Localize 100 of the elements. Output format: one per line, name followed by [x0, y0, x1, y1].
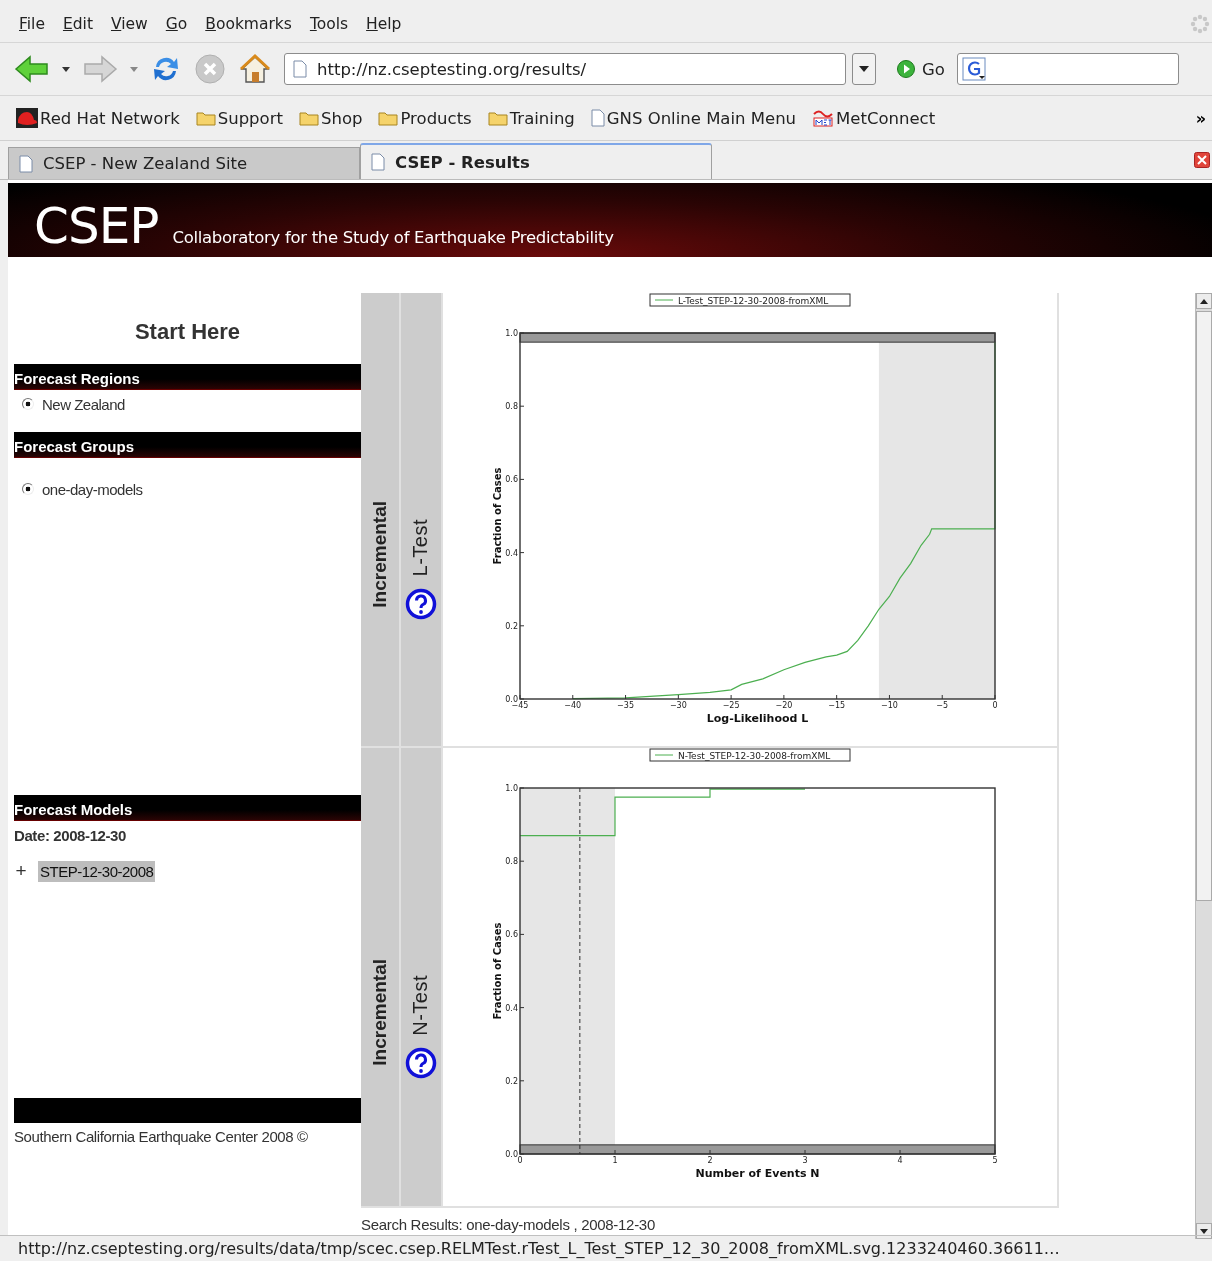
menu-item[interactable]: Bookmarks [196, 15, 301, 33]
chart-legend: N-Test_STEP-12-30-2008-fromXML [649, 748, 851, 762]
tab-title: CSEP - New Zealand Site [43, 154, 248, 173]
tick-label: −25 [722, 701, 740, 710]
legend-label: N-Test_STEP-12-30-2008-fromXML [678, 750, 831, 761]
menu-item[interactable]: View [102, 15, 157, 33]
tick-label: 0.4 [505, 1003, 518, 1013]
search-field[interactable] [956, 53, 1179, 85]
tick-label: 3 [802, 1156, 808, 1165]
tick-label: 1 [612, 1156, 618, 1165]
tick-label: 0.8 [505, 857, 518, 867]
tick-label: −20 [775, 701, 793, 710]
site-logo[interactable]: CSEP [34, 201, 159, 251]
tick-label: 0.0 [505, 695, 518, 704]
status-text: http://nz.cseptesting.org/results/data/tmp/scec.csep.RELMTest.rTest_L_Test_STEP_12_30_2008_fromXML.svg.1233240460.36611… [18, 1239, 1060, 1258]
tick-label: 4 [897, 1156, 903, 1165]
expand-toggle[interactable]: + [14, 860, 28, 882]
site-subtitle: Collaboratory for the Study of Earthquake Predictability [172, 228, 614, 249]
radio-button[interactable] [22, 398, 34, 410]
folder-icon [378, 110, 399, 126]
help-icon[interactable] [404, 588, 437, 621]
tick-label: 0.6 [505, 930, 518, 940]
radio-label[interactable]: one-day-models [42, 480, 143, 498]
copyright-text: Southern California Earthquake Center 2008 © [14, 1128, 309, 1145]
tick-label: 5 [992, 1156, 998, 1165]
menu-item[interactable]: File [10, 15, 54, 33]
tick-label: −45 [511, 701, 529, 710]
section-header: Forecast Regions [14, 364, 361, 390]
tick-label: 0.0 [505, 1150, 518, 1159]
page-icon [19, 154, 33, 173]
tick-label: −30 [669, 701, 687, 710]
menu-item[interactable]: Tools [300, 15, 358, 33]
hat-icon [16, 108, 38, 128]
overflow-chevron[interactable]: » [1195, 108, 1206, 128]
throbber-icon [1190, 14, 1210, 34]
browser-tab[interactable]: CSEP - New Zealand Site [8, 147, 360, 179]
tick-label: −10 [881, 701, 898, 710]
bookmark-link[interactable]: Red Hat Network [16, 108, 180, 128]
menu-item[interactable]: Help [357, 15, 411, 33]
back-arrow-icon[interactable] [14, 54, 50, 84]
tick-label: 2 [707, 1156, 713, 1165]
axis-title: Log-Likelihood L [706, 712, 809, 725]
menu-item[interactable]: Edit [53, 15, 102, 33]
page-icon [293, 60, 307, 78]
tick-label: 0 [992, 701, 998, 710]
sidebar-title: Start Here [133, 319, 242, 346]
folder-icon [195, 110, 216, 126]
browser-tab[interactable]: CSEP - Results [360, 143, 712, 179]
bookmark-link[interactable]: Products [378, 108, 472, 128]
down-arrow-icon[interactable] [1200, 1228, 1208, 1234]
play-icon [896, 59, 916, 79]
folder-icon [298, 110, 319, 126]
scrollbar[interactable] [1195, 293, 1212, 1239]
tree-item[interactable]: STEP-12-30-2008 [38, 860, 156, 882]
address-field[interactable]: http://nz.cseptesting.org/results/ [284, 53, 846, 85]
tick-label: 0.4 [505, 548, 518, 558]
axis-title: Fraction of Cases [492, 922, 503, 1020]
page-icon [371, 153, 385, 171]
weather-icon [812, 108, 835, 128]
caret-icon[interactable] [62, 66, 70, 72]
close-tab-button[interactable] [1194, 152, 1210, 168]
tick-label: 0 [517, 1156, 523, 1165]
test-label: L-Test [409, 518, 433, 577]
menu-item[interactable]: Go [156, 15, 197, 33]
caret-icon [859, 66, 869, 72]
tick-label: −40 [564, 701, 582, 710]
tick-label: −35 [617, 701, 634, 710]
chart-legend: L-Test_STEP-12-30-2008-fromXML [649, 293, 851, 307]
bookmark-link[interactable]: Shop [298, 108, 363, 128]
group-label: Incremental [368, 501, 391, 608]
radio-label[interactable]: New Zealand [42, 395, 125, 413]
page-icon [590, 109, 605, 127]
tick-label: 0.2 [505, 621, 518, 631]
axis-title: Number of Events N [695, 1167, 820, 1180]
group-label: Incremental [368, 958, 391, 1066]
tick-label: 0.6 [505, 475, 518, 485]
tick-label: 0.8 [505, 402, 518, 412]
up-arrow-icon[interactable] [1200, 298, 1208, 304]
axis-title: Fraction of Cases [492, 467, 503, 565]
bookmark-link[interactable]: Support [195, 108, 283, 128]
bookmark-link[interactable]: GNS Online Main Menu [590, 108, 797, 128]
bookmark-link[interactable]: MetConnect [812, 108, 936, 128]
home-icon[interactable] [238, 53, 272, 85]
bookmark-link[interactable]: Training [487, 108, 575, 128]
tick-label: −5 [936, 701, 949, 710]
test-label: N-Test [409, 974, 433, 1036]
date-label: Date: 2008-12-30 [14, 827, 127, 844]
legend-label: L-Test_STEP-12-30-2008-fromXML [678, 295, 829, 306]
history-dropdown-button[interactable] [852, 53, 876, 85]
search-summary: Search Results: one-day-models , 2008-12-30 [361, 1216, 656, 1233]
section-header: Forecast Models [14, 795, 361, 821]
tab-title: CSEP - Results [395, 152, 530, 172]
help-icon[interactable] [404, 1047, 437, 1080]
search-engine-icon [961, 57, 986, 81]
tick-label: 0.2 [505, 1076, 518, 1086]
go-button[interactable]: Go [890, 59, 951, 79]
folder-icon [487, 110, 508, 126]
tick-label: −15 [828, 701, 846, 710]
tick-label: 1.0 [505, 329, 518, 338]
radio-button[interactable] [22, 483, 34, 495]
